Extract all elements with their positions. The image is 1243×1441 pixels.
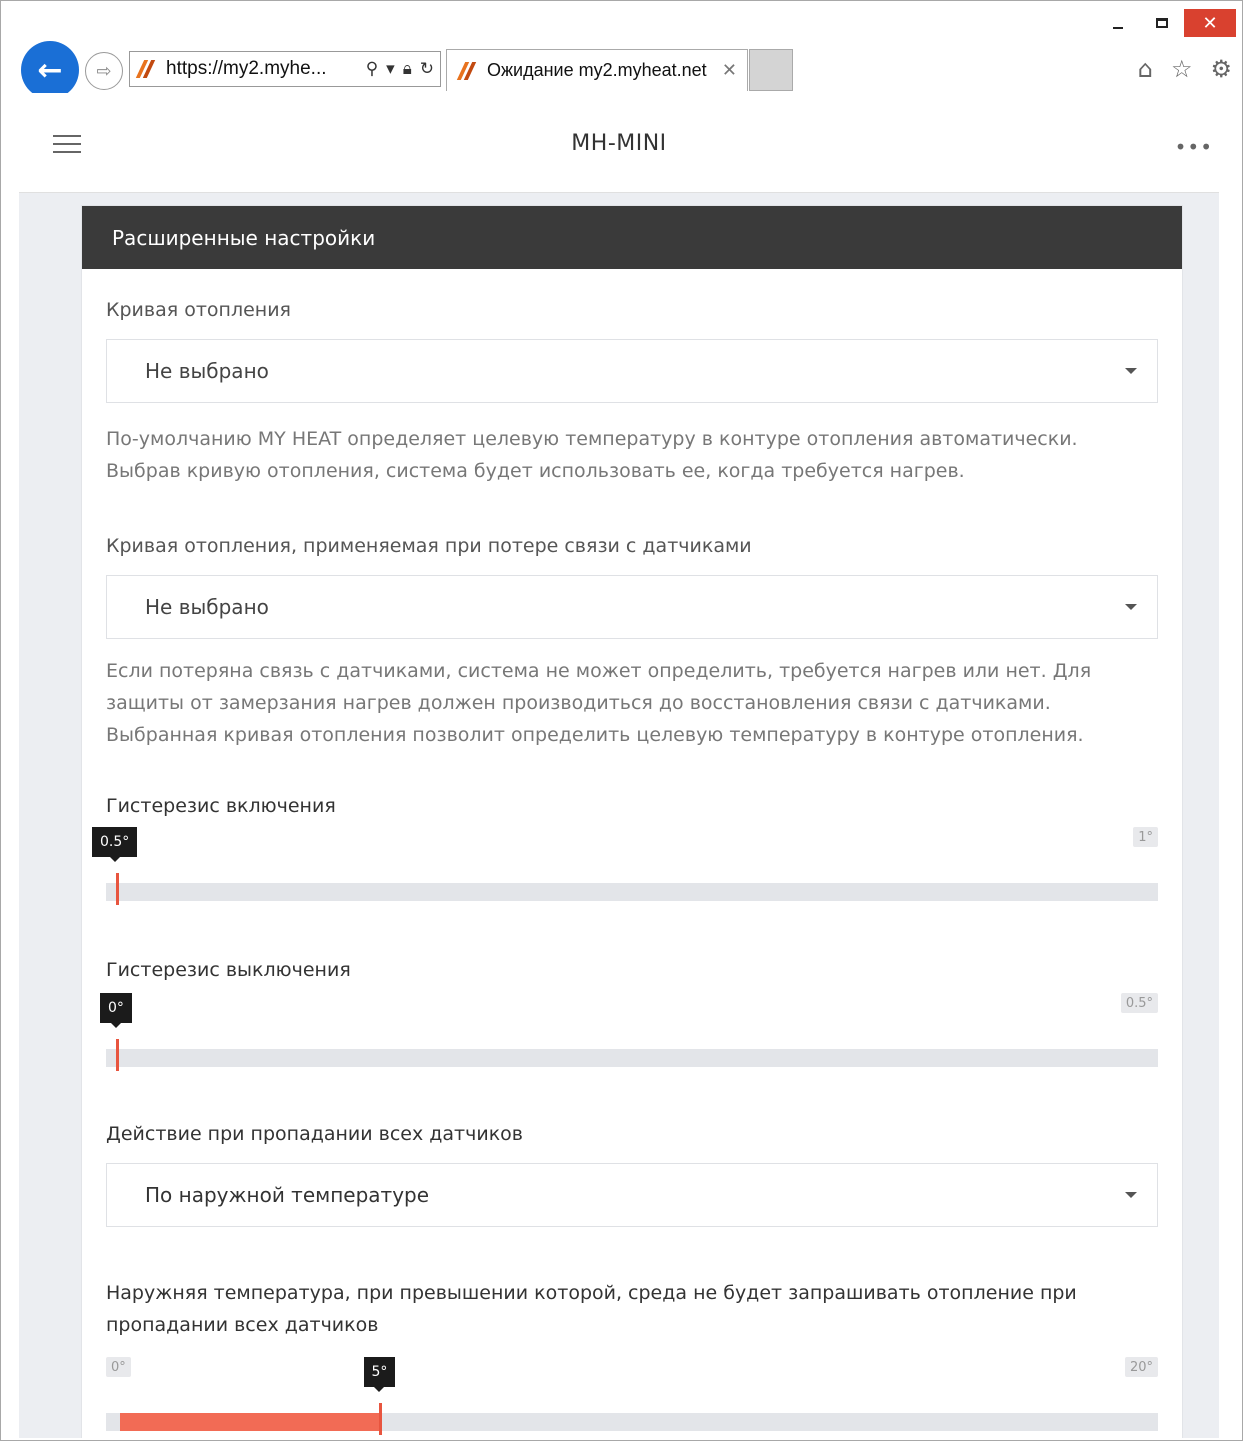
outdoor-threshold-label: Наружняя температура, при превышении кот… [106, 1282, 1077, 1336]
slider-value-tooltip: 0° [100, 993, 132, 1028]
search-icon[interactable]: ⚲ [366, 59, 378, 79]
minimize-button[interactable] [1096, 9, 1140, 37]
tab-title: Ожидание my2.myheat.net [487, 60, 707, 80]
settings-gear-icon[interactable]: ⚙︎ [1210, 55, 1232, 83]
slider-handle[interactable] [116, 873, 119, 905]
page-title: MH-MINI [571, 131, 667, 156]
address-bar[interactable]: https://my2.myhe... ⚲ ▾ 🔒︎ ↻ [129, 51, 441, 87]
slider-handle[interactable] [116, 1039, 119, 1071]
arrow-left-icon: ← [37, 52, 63, 88]
app-header: MH-MINI ••• [19, 93, 1219, 193]
fallback-curve-select[interactable]: Не выбрано [106, 575, 1158, 639]
fallback-curve-label: Кривая отопления, применяемая при потере… [106, 535, 752, 557]
dropdown-icon[interactable]: ▾ [386, 59, 395, 79]
slider-max-label: 0.5° [1120, 993, 1158, 1013]
browser-toolbar: ⌂ ☆ ⚙︎ [1138, 55, 1232, 83]
tab-close-icon[interactable]: ✕ [722, 60, 737, 81]
sensor-loss-select[interactable]: По наружной температуре [106, 1163, 1158, 1227]
caret-down-icon [1125, 1192, 1137, 1198]
tab-favicon-icon [457, 62, 477, 80]
heating-curve-help: По-умолчанию MY HEAT определяет целевую … [106, 428, 1078, 482]
web-page: MH-MINI ••• Расширенные настройки Кривая… [19, 93, 1219, 1438]
favorites-star-icon[interactable]: ☆ [1171, 55, 1193, 83]
maximize-icon [1156, 18, 1168, 28]
heating-curve-label: Кривая отопления [106, 299, 291, 321]
home-icon[interactable]: ⌂ [1138, 55, 1153, 83]
sensor-loss-value: По наружной температуре [145, 1183, 430, 1207]
slider-max-label: 1° [1133, 827, 1158, 847]
slider-min-label: 0° [106, 1357, 131, 1377]
caret-down-icon [1125, 604, 1137, 610]
minimize-icon [1113, 27, 1123, 29]
heating-curve-value: Не выбрано [145, 359, 269, 383]
address-text[interactable]: https://my2.myhe... [166, 58, 366, 80]
slider-track[interactable] [106, 883, 1158, 901]
maximize-button[interactable] [1140, 9, 1184, 37]
new-tab-button[interactable] [749, 49, 793, 91]
slider-max-label: 20° [1124, 1357, 1158, 1377]
close-button[interactable]: ✕ [1184, 9, 1236, 37]
sensor-loss-label: Действие при пропадании всех датчиков [106, 1123, 523, 1145]
caret-down-icon [1125, 368, 1137, 374]
forward-button[interactable]: ⇨ [85, 52, 123, 90]
arrow-right-icon: ⇨ [96, 60, 112, 82]
refresh-icon[interactable]: ↻ [420, 59, 434, 79]
slider-fill [120, 1413, 380, 1431]
window-controls: ✕ [1096, 9, 1236, 37]
browser-tab[interactable]: Ожидание my2.myheat.net ✕ [446, 49, 748, 91]
slider-handle[interactable] [378, 1403, 382, 1435]
outdoor-threshold-slider[interactable]: 0° 5° 20° [106, 1357, 1158, 1438]
card-title: Расширенные настройки [82, 206, 1182, 269]
heating-curve-select[interactable]: Не выбрано [106, 339, 1158, 403]
slider-track[interactable] [106, 1049, 1158, 1067]
more-options-icon[interactable]: ••• [1175, 135, 1213, 159]
hysteresis-on-label: Гистерезис включения [106, 795, 336, 817]
fallback-curve-help: Если потеряна связь с датчиками, система… [106, 660, 1092, 746]
lock-icon[interactable]: 🔒︎ [403, 59, 412, 79]
hysteresis-on-slider[interactable]: 0.5° 1° [92, 827, 1158, 917]
back-button[interactable]: ← [21, 41, 79, 99]
browser-window: ✕ ← ⇨ https://my2.myhe... ⚲ ▾ 🔒︎ ↻ Ожида… [0, 0, 1243, 1441]
slider-value-tooltip: 0.5° [92, 827, 138, 862]
hysteresis-off-label: Гистерезис выключения [106, 959, 351, 981]
advanced-settings-card: Расширенные настройки Кривая отопления Н… [81, 205, 1183, 1438]
hysteresis-off-slider[interactable]: 0° 0.5° [100, 993, 1158, 1083]
fallback-curve-value: Не выбрано [145, 595, 269, 619]
address-icons: ⚲ ▾ 🔒︎ ↻ [366, 59, 434, 79]
site-favicon-icon [136, 60, 156, 78]
slider-value-tooltip: 5° [363, 1357, 396, 1392]
